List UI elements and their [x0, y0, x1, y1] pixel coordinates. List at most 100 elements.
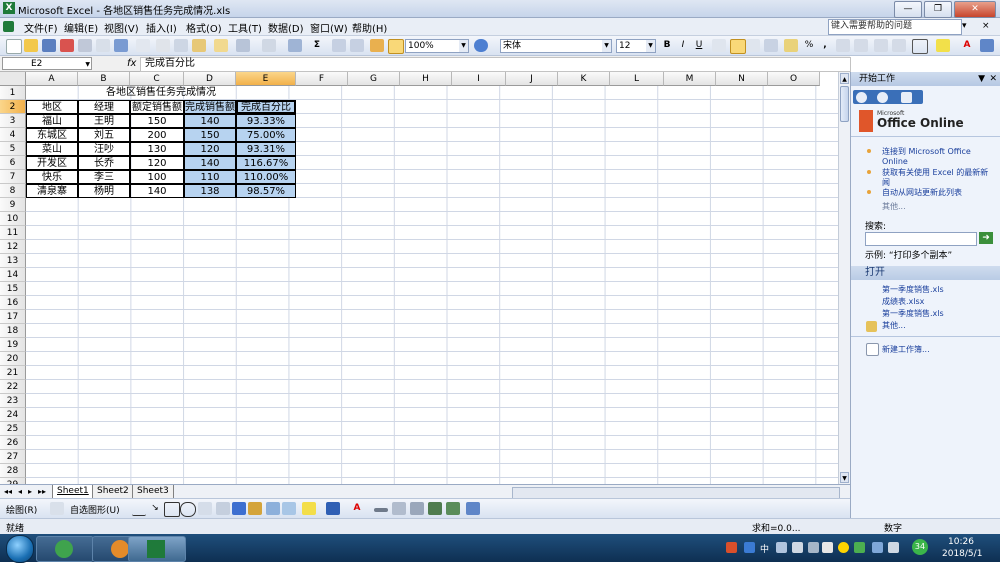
- paste-icon[interactable]: [192, 39, 206, 52]
- row-header-6[interactable]: 6: [0, 156, 26, 170]
- autoshapes-menu[interactable]: 自选图形(U): [70, 503, 120, 516]
- row-header-4[interactable]: 4: [0, 128, 26, 142]
- row-header-24[interactable]: 24: [0, 408, 26, 422]
- data-cell[interactable]: 杨明: [78, 184, 130, 198]
- worksheet-grid[interactable]: ABCDEFGHIJKLMNO 1 2 3 4 5 6 7 8 9 10 11 12 13 14 15 16 1…: [0, 72, 850, 484]
- vertical-scrollbar[interactable]: ▲ ▼: [838, 72, 850, 484]
- column-header-c[interactable]: C: [130, 72, 184, 86]
- 3d-style-icon[interactable]: [446, 502, 460, 515]
- save-icon[interactable]: [42, 39, 56, 52]
- format-painter-icon[interactable]: [214, 39, 228, 52]
- tray-app-icon[interactable]: [808, 542, 819, 553]
- data-cell[interactable]: 130: [130, 142, 184, 156]
- formula-input[interactable]: 完成百分比: [140, 57, 851, 72]
- align-left-icon[interactable]: [712, 39, 726, 52]
- clock-date[interactable]: 2018/5/1: [942, 549, 982, 559]
- data-cell[interactable]: 120: [184, 142, 236, 156]
- last-sheet-icon[interactable]: ▸▸: [38, 487, 46, 496]
- line-color-icon[interactable]: [326, 502, 340, 515]
- row-header-14[interactable]: 14: [0, 268, 26, 282]
- tab-sheet2[interactable]: Sheet2: [92, 485, 134, 499]
- data-cell[interactable]: 东城区: [26, 128, 78, 142]
- drawing-options-icon[interactable]: [466, 502, 480, 515]
- row-header-3[interactable]: 3: [0, 114, 26, 128]
- scroll-down-icon[interactable]: ▼: [840, 472, 849, 483]
- tray-app-icon[interactable]: [854, 542, 865, 553]
- underline-button[interactable]: U: [692, 39, 706, 52]
- data-cell[interactable]: 长乔: [78, 156, 130, 170]
- line-icon[interactable]: [132, 502, 146, 516]
- diagram-icon[interactable]: [248, 502, 262, 515]
- row-header-12[interactable]: 12: [0, 240, 26, 254]
- home-icon[interactable]: [901, 92, 912, 103]
- zoom-select[interactable]: 100% ▼: [405, 39, 469, 53]
- redo-icon[interactable]: [262, 39, 276, 52]
- maximize-button[interactable]: ❐: [924, 1, 952, 18]
- copy-icon[interactable]: [174, 39, 188, 52]
- row-header-23[interactable]: 23: [0, 394, 26, 408]
- column-header-m[interactable]: M: [664, 72, 716, 86]
- row-header-8[interactable]: 8: [0, 184, 26, 198]
- row-header-5[interactable]: 5: [0, 142, 26, 156]
- link-more[interactable]: 其他...: [882, 202, 906, 212]
- header-cell[interactable]: 地区: [26, 100, 78, 114]
- row-header-26[interactable]: 26: [0, 436, 26, 450]
- first-sheet-icon[interactable]: ◂◂: [4, 487, 12, 496]
- menu-help[interactable]: 帮助(H): [352, 20, 387, 35]
- data-cell[interactable]: 93.31%: [236, 142, 296, 156]
- data-cell[interactable]: 清泉寨: [26, 184, 78, 198]
- data-cell[interactable]: 138: [184, 184, 236, 198]
- tray-app-icon[interactable]: [822, 542, 833, 553]
- row-header-21[interactable]: 21: [0, 366, 26, 380]
- spelling-icon[interactable]: [114, 39, 128, 52]
- sort-asc-icon[interactable]: [332, 39, 346, 52]
- data-cell[interactable]: 140: [184, 114, 236, 128]
- tray-app-icon[interactable]: [838, 542, 849, 553]
- print-icon[interactable]: [78, 39, 92, 52]
- header-cell[interactable]: 经理: [78, 100, 130, 114]
- row-header-10[interactable]: 10: [0, 212, 26, 226]
- shadow-style-icon[interactable]: [428, 502, 442, 515]
- undo-icon[interactable]: [236, 39, 250, 52]
- tab-sheet1[interactable]: Sheet1: [52, 485, 94, 499]
- select-all-corner[interactable]: [0, 72, 26, 86]
- prev-sheet-icon[interactable]: ◂: [18, 487, 22, 496]
- data-cell[interactable]: 93.33%: [236, 114, 296, 128]
- row-header-17[interactable]: 17: [0, 310, 26, 324]
- data-cell[interactable]: 110: [184, 170, 236, 184]
- vertical-textbox-icon[interactable]: [216, 502, 230, 515]
- row-header-16[interactable]: 16: [0, 296, 26, 310]
- row-header-11[interactable]: 11: [0, 226, 26, 240]
- select-objects-icon[interactable]: [50, 502, 64, 515]
- picture-icon[interactable]: [282, 502, 296, 515]
- print-preview-icon[interactable]: [96, 39, 110, 52]
- recent-file-2[interactable]: 成绩表.xlsx: [882, 297, 924, 307]
- column-header-j[interactable]: J: [506, 72, 558, 86]
- column-header-o[interactable]: O: [768, 72, 820, 86]
- row-header-28[interactable]: 28: [0, 464, 26, 478]
- column-header-i[interactable]: I: [452, 72, 506, 86]
- row-header-25[interactable]: 25: [0, 422, 26, 436]
- open-more-link[interactable]: 其他...: [882, 321, 906, 331]
- start-button-icon[interactable]: [6, 535, 34, 563]
- new-icon[interactable]: [6, 39, 22, 54]
- arrow-icon[interactable]: ↘: [148, 502, 162, 515]
- menu-format[interactable]: 格式(O): [186, 20, 222, 35]
- header-cell[interactable]: 完成百分比: [236, 100, 296, 114]
- data-cell[interactable]: 刘五: [78, 128, 130, 142]
- row-header-9[interactable]: 9: [0, 198, 26, 212]
- column-header-d[interactable]: D: [184, 72, 236, 86]
- tray-app-icon[interactable]: [776, 542, 787, 553]
- close-button[interactable]: ✕: [954, 1, 996, 18]
- fill-color-icon[interactable]: [302, 502, 316, 515]
- forward-icon[interactable]: [877, 92, 888, 103]
- increase-decimal-icon[interactable]: [836, 39, 850, 52]
- line-style-icon[interactable]: [374, 508, 388, 512]
- menu-view[interactable]: 视图(V): [104, 20, 139, 35]
- data-cell[interactable]: 75.00%: [236, 128, 296, 142]
- column-header-h[interactable]: H: [400, 72, 452, 86]
- dash-style-icon[interactable]: [392, 502, 406, 515]
- row-header-22[interactable]: 22: [0, 380, 26, 394]
- data-cell[interactable]: 福山: [26, 114, 78, 128]
- row-header-2[interactable]: 2: [0, 100, 26, 114]
